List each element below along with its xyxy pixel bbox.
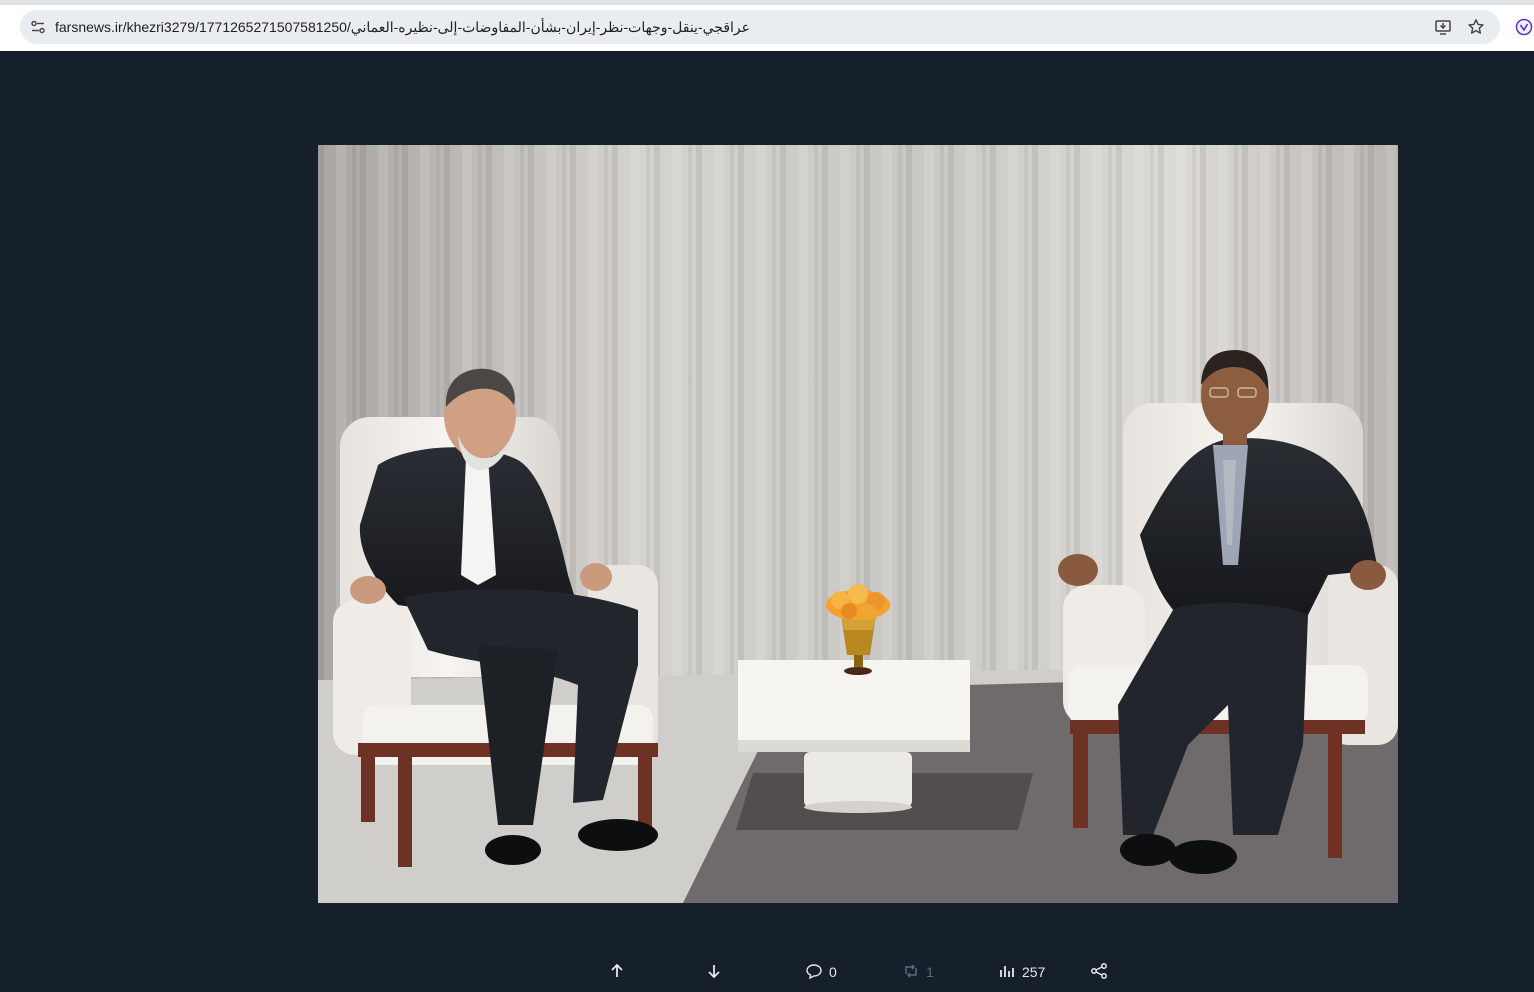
tweet-action-bar: 0 1 257	[0, 955, 1534, 989]
url-text[interactable]: farsnews.ir/khezri3279/17712652715075812…	[55, 19, 750, 36]
arrow-down-icon	[705, 962, 723, 983]
site-settings-icon[interactable]	[26, 15, 50, 39]
share-icon	[1090, 962, 1108, 983]
browser-toolbar: farsnews.ir/khezri3279/17712652715075812…	[0, 0, 1534, 51]
media-photo[interactable]	[318, 145, 1398, 903]
install-app-icon[interactable]	[1432, 16, 1454, 38]
previous-button[interactable]	[608, 959, 626, 985]
views-button[interactable]: 257	[998, 959, 1045, 985]
reply-button[interactable]: 0	[805, 959, 837, 985]
photo-illustration	[318, 145, 1398, 903]
repost-icon	[902, 962, 920, 983]
tab-strip-edge	[0, 0, 1534, 5]
next-button[interactable]	[705, 959, 723, 985]
views-chart-icon	[998, 962, 1016, 983]
comment-icon	[805, 962, 823, 983]
extension-icon[interactable]	[1513, 16, 1534, 38]
arrow-up-icon	[608, 962, 626, 983]
url-host: farsnews.ir	[55, 19, 123, 35]
reply-count: 0	[829, 964, 837, 980]
share-button[interactable]	[1090, 959, 1108, 985]
bookmark-star-icon[interactable]	[1465, 16, 1487, 38]
address-bar[interactable]: farsnews.ir/khezri3279/17712652715075812…	[20, 10, 1500, 44]
repost-button[interactable]: 1	[902, 959, 934, 985]
views-count: 257	[1022, 964, 1046, 980]
repost-count: 1	[926, 964, 934, 980]
url-path: /khezri3279/1771265271507581250/عراقجي-ي…	[122, 19, 750, 35]
